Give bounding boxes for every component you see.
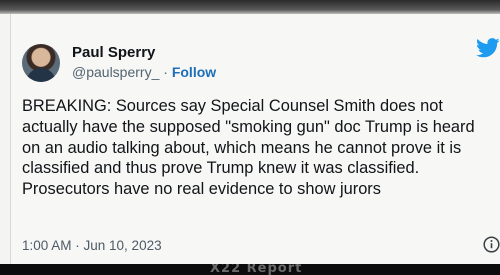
author-avatar[interactable] [22, 44, 60, 82]
broadcast-ticker-text: X22 Report [210, 264, 303, 275]
info-circle-icon[interactable] [483, 236, 500, 253]
author-display-name[interactable]: Paul Sperry [72, 44, 155, 61]
tweet-body-text: BREAKING: Sources say Special Counsel Sm… [22, 97, 475, 199]
tweet-timestamp[interactable]: 1:00 AM · Jun 10, 2023 [22, 238, 162, 253]
tv-screen: Paul Sperry @paulsperry_ · Follow BREAKI… [0, 0, 500, 275]
follow-button[interactable]: Follow [172, 64, 216, 80]
twitter-bird-icon[interactable] [476, 38, 500, 58]
author-handle-row: @paulsperry_ · Follow [72, 64, 216, 80]
handle-separator: · [159, 64, 172, 80]
author-handle[interactable]: @paulsperry_ [72, 64, 159, 80]
avatar-shirt [26, 68, 56, 82]
screen-top-bezel [0, 0, 500, 14]
broadcast-bottom-bar: X22 Report [0, 264, 500, 275]
